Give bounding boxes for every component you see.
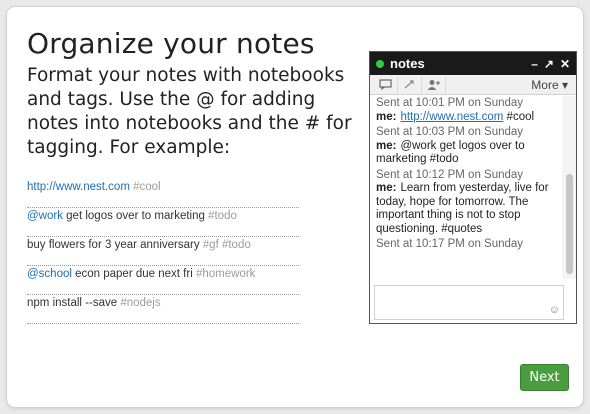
example-row: npm install --save #nodejs [27, 295, 299, 324]
example-row: @work get logos over to marketing #todo [27, 208, 299, 237]
call-icon[interactable] [398, 76, 422, 93]
message-timestamp: Sent at 10:01 PM on Sunday [376, 97, 524, 109]
onboarding-dialog: Organize your notes Format your notes wi… [6, 6, 584, 408]
chat-messages: Sent at 10:01 PM on Sunday me: http://www.… [370, 96, 562, 279]
tag-text: #todo [208, 210, 237, 222]
chat-window: notes – ↗ ✕ More ▾ Sent at 10:01 PM on S… [369, 51, 577, 324]
message-timestamp: Sent at 10:17 PM on Sunday [376, 238, 524, 250]
example-row: @school econ paper due next fri #homewor… [27, 266, 299, 295]
note-text: get logos over to marketing [62, 210, 209, 222]
example-row: http://www.nest.com #cool [27, 179, 299, 208]
more-menu[interactable]: More ▾ [531, 78, 572, 92]
message-sender: me: [376, 110, 397, 123]
note-text: buy flowers for 3 year anniversary [27, 239, 203, 251]
scroll-thumb[interactable] [566, 174, 573, 274]
notebook-text: @work [27, 210, 63, 222]
message-text: Learn from yesterday, live for today, ho… [376, 182, 549, 235]
examples-list: http://www.nest.com #cool @work get logos… [27, 179, 299, 324]
link-text[interactable]: http://www.nest.com [27, 181, 130, 193]
message-timestamp: Sent at 10:03 PM on Sunday [376, 126, 524, 138]
chat-title: notes [390, 56, 425, 71]
close-icon[interactable]: ✕ [560, 57, 570, 71]
message-sender: me: [376, 182, 397, 194]
chat-message: me: http://www.nest.com #cool [376, 111, 556, 125]
online-status-icon [376, 59, 384, 68]
tag-text: #homework [195, 268, 256, 280]
chat-toolbar: More ▾ [370, 75, 576, 95]
next-button[interactable]: Next [520, 364, 569, 391]
popout-icon[interactable]: ↗ [544, 57, 554, 71]
chat-input[interactable]: ☺ [374, 285, 564, 320]
tag-text: #cool [133, 181, 161, 193]
chat-bubble-icon[interactable] [374, 76, 398, 93]
chat-header: notes – ↗ ✕ [370, 52, 576, 75]
message-link[interactable]: http://www.nest.com [400, 111, 503, 123]
tag-text: #gf #todo [202, 239, 251, 251]
page-title: Organize your notes [27, 27, 315, 60]
tag-text: #nodejs [120, 297, 161, 309]
note-text: npm install --save [27, 297, 121, 309]
description-text: Format your notes with notebooks and tag… [27, 65, 352, 158]
notebook-text: @school [27, 268, 72, 280]
message-text: @work get logos over to marketing #todo [376, 139, 525, 166]
emoji-icon[interactable]: ☺ [549, 304, 560, 316]
message-sender: me: [376, 139, 397, 152]
example-row: buy flowers for 3 year anniversary #gf #… [27, 237, 299, 266]
minimize-icon[interactable]: – [531, 57, 538, 71]
chat-message: me: @work get logos over to marketing #to… [376, 140, 556, 167]
message-text: #cool [503, 110, 535, 123]
message-timestamp: Sent at 10:12 PM on Sunday [376, 168, 524, 181]
add-person-icon[interactable] [422, 76, 446, 93]
note-text: econ paper due next fri [71, 268, 196, 280]
chat-message: me: Learn from yesterday, live for today,… [376, 182, 556, 236]
